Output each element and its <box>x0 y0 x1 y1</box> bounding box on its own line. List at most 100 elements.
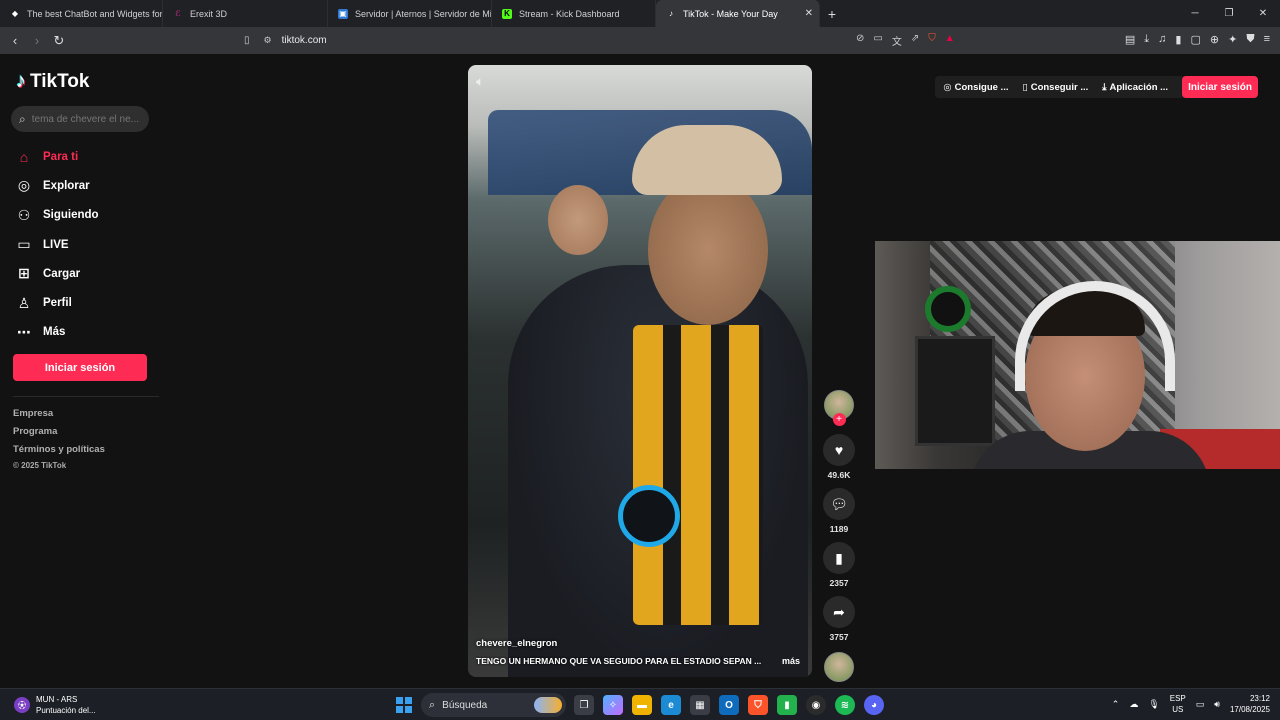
close-window-icon[interactable]: ✕ <box>1246 0 1280 27</box>
like-count: 49.6K <box>827 470 851 480</box>
start-button[interactable] <box>396 697 412 713</box>
footer-link-empresa[interactable]: Empresa <box>13 408 105 426</box>
clock[interactable]: 23:12 17/08/2025 <box>1230 693 1270 715</box>
sidebar-item-cargar[interactable]: ⊞ Cargar <box>14 259 99 288</box>
share-button[interactable]: ➦ <box>823 596 855 628</box>
search-input[interactable] <box>31 113 140 125</box>
volume-icon[interactable]: 🔊︎ <box>1214 699 1220 710</box>
store-icon[interactable]: ▦ <box>690 695 710 715</box>
sidebar-item-perfil[interactable]: ♙ Perfil <box>14 288 99 317</box>
taskbar-search[interactable]: ⌕ Búsqueda <box>421 693 566 717</box>
like-button[interactable]: ♥ <box>823 434 855 466</box>
sidebar-item-mas[interactable]: ⋯ Más <box>14 318 99 347</box>
language-indicator[interactable]: ESP US <box>1170 693 1186 715</box>
caption-more-link[interactable]: más <box>782 656 800 666</box>
sidebar-item-explorar[interactable]: ◎ Explorar <box>14 171 99 200</box>
sidebar-item-live[interactable]: ▭ LIVE <box>14 230 99 259</box>
close-icon[interactable]: ✕ <box>805 8 813 19</box>
sidebar-login-button[interactable]: Iniciar sesión <box>13 354 147 381</box>
header-login-button[interactable]: Iniciar sesión <box>1182 76 1258 98</box>
volume-icon[interactable]: 🔈︎ <box>476 73 484 90</box>
tab-erexit[interactable]: ℰ Erexit 3D <box>163 0 328 27</box>
shield-icon[interactable]: ⛊ <box>1246 33 1254 46</box>
desktop-app-button[interactable]: ⤓ Aplicación ... <box>1102 82 1168 93</box>
onedrive-icon[interactable]: ☁ <box>1129 699 1138 710</box>
forward-icon[interactable]: › <box>26 33 48 48</box>
no-tracking-icon[interactable]: ⊘ <box>856 33 864 48</box>
wallet-icon[interactable]: ▢ <box>1190 33 1200 46</box>
sidebar-icon[interactable]: ▮ <box>1175 33 1181 46</box>
network-icon[interactable]: ▭ <box>1196 699 1205 710</box>
edge-icon[interactable]: e <box>661 695 681 715</box>
comment-count: 1189 <box>829 524 849 534</box>
footer-link-programa[interactable]: Programa <box>13 426 105 444</box>
tiktok-page: ♪ TikTok ⌕ ⌂ Para ti ◎ Explorar ⚇ Siguie… <box>0 54 1280 688</box>
outlook-icon[interactable]: O <box>719 695 739 715</box>
brave-icon[interactable]: ⛉ <box>748 695 768 715</box>
sidebar-item-label: Más <box>43 326 66 339</box>
minimize-icon[interactable]: ─ <box>1178 0 1212 27</box>
share-arrow-icon: ➦ <box>833 603 845 620</box>
heart-icon: ♥ <box>834 442 844 458</box>
weather-widget[interactable]: ⚽︎ MUN - ARS Puntuación del... <box>14 694 96 716</box>
sidebar-item-siguiendo[interactable]: ⚇ Siguiendo <box>14 201 99 230</box>
brave-rewards-icon[interactable]: ▲ <box>945 33 955 48</box>
compass-icon: ◎ <box>17 177 31 194</box>
search-icon: ⌕ <box>429 698 436 711</box>
cast-icon[interactable]: ▭ <box>873 33 882 48</box>
discord-icon[interactable]: ◕ <box>864 695 884 715</box>
leo-ai-icon[interactable]: ✦ <box>1228 33 1237 46</box>
restore-icon[interactable]: ❐ <box>1212 0 1246 27</box>
home-icon: ⌂ <box>19 148 29 165</box>
file-explorer-icon[interactable]: ▬ <box>632 695 652 715</box>
top-right-actions: ◎ Consigue ... ▯ Conseguir ... ⤓ Aplicación… <box>935 76 1258 98</box>
widget-title: MUN - ARS <box>36 695 78 704</box>
sidebar-nav: ⌂ Para ti ◎ Explorar ⚇ Siguiendo ▭ LIVE … <box>14 142 99 347</box>
sidebar-divider <box>13 396 159 397</box>
video-actions: + ♥ 49.6K 💬︎ 1189 ▮ 2357 ➦ 3757 <box>822 390 856 682</box>
menu-icon[interactable]: ≡ <box>1264 33 1270 46</box>
video-player[interactable]: 🔈︎ chevere_elnegron TENGO UN HERMANO QUE… <box>468 65 812 677</box>
vpn-icon[interactable]: ⊕ <box>1210 33 1219 46</box>
kick-icon: K <box>502 8 512 19</box>
download-icon[interactable]: ⤓ <box>1144 33 1149 46</box>
video-username[interactable]: chevere_elnegron <box>476 638 557 649</box>
search-box[interactable]: ⌕ <box>11 106 149 132</box>
share-icon[interactable]: ⇗ <box>911 33 919 48</box>
comment-button[interactable]: 💬︎ <box>823 488 855 520</box>
tab-kick[interactable]: K Stream - Kick Dashboard <box>492 0 656 27</box>
footer-link-terminos[interactable]: Términos y políticas <box>13 444 105 462</box>
spotify-icon[interactable]: ≋ <box>835 695 855 715</box>
back-icon[interactable]: ‹ <box>4 33 26 48</box>
reload-icon[interactable]: ↻ <box>48 33 70 49</box>
brave-shield-icon[interactable]: ⛉ <box>928 33 936 48</box>
bookmark-icon[interactable]: ▯ <box>244 35 250 46</box>
comment-icon: 💬︎ <box>830 495 848 512</box>
tab-aternos[interactable]: ▣ Servidor | Aternos | Servidor de Mine <box>328 0 492 27</box>
sidebar-item-label: Siguiendo <box>43 209 99 222</box>
video-scene <box>618 485 680 547</box>
app-green-icon[interactable]: ▮ <box>777 695 797 715</box>
get-app-button[interactable]: ▯ Conseguir ... <box>1022 82 1088 93</box>
new-tab-button[interactable]: + <box>820 0 844 27</box>
follow-plus-icon[interactable]: + <box>832 413 846 426</box>
sound-avatar[interactable] <box>824 652 854 682</box>
media-icon[interactable]: ♫ <box>1158 33 1166 46</box>
tab-title: Stream - Kick Dashboard <box>519 8 620 19</box>
tab-tiktok[interactable]: ♪ TikTok - Make Your Day ✕ <box>656 0 820 27</box>
steam-icon[interactable]: ◉ <box>806 695 826 715</box>
copilot-icon[interactable]: ✧ <box>603 695 623 715</box>
reader-icon[interactable]: ▤ <box>1125 33 1135 46</box>
following-icon: ⚇ <box>17 206 31 223</box>
get-coins-button[interactable]: ◎ Consigue ... <box>943 82 1008 93</box>
save-button[interactable]: ▮ <box>823 542 855 574</box>
tiktok-logo[interactable]: ♪ TikTok <box>16 70 89 93</box>
sidebar-item-para-ti[interactable]: ⌂ Para ti <box>14 142 99 171</box>
tab-streamelements[interactable]: ◆ The best ChatBot and Widgets for Ki <box>0 0 163 27</box>
site-info-icon[interactable]: ⚙ <box>264 35 272 46</box>
task-view-icon[interactable]: ❐ <box>574 695 594 715</box>
translate-icon[interactable]: 文 <box>892 33 902 48</box>
browser-toolbar: ‹ › ↻ ▯ ⚙ tiktok.com ⊘ ▭ 文 ⇗ ⛉ ▲ ▤ ⤓ ♫ ▮… <box>0 27 1280 54</box>
chevron-up-icon[interactable]: ⌃ <box>1112 699 1120 710</box>
microphone-icon[interactable]: 🎙︎ <box>1148 699 1159 710</box>
